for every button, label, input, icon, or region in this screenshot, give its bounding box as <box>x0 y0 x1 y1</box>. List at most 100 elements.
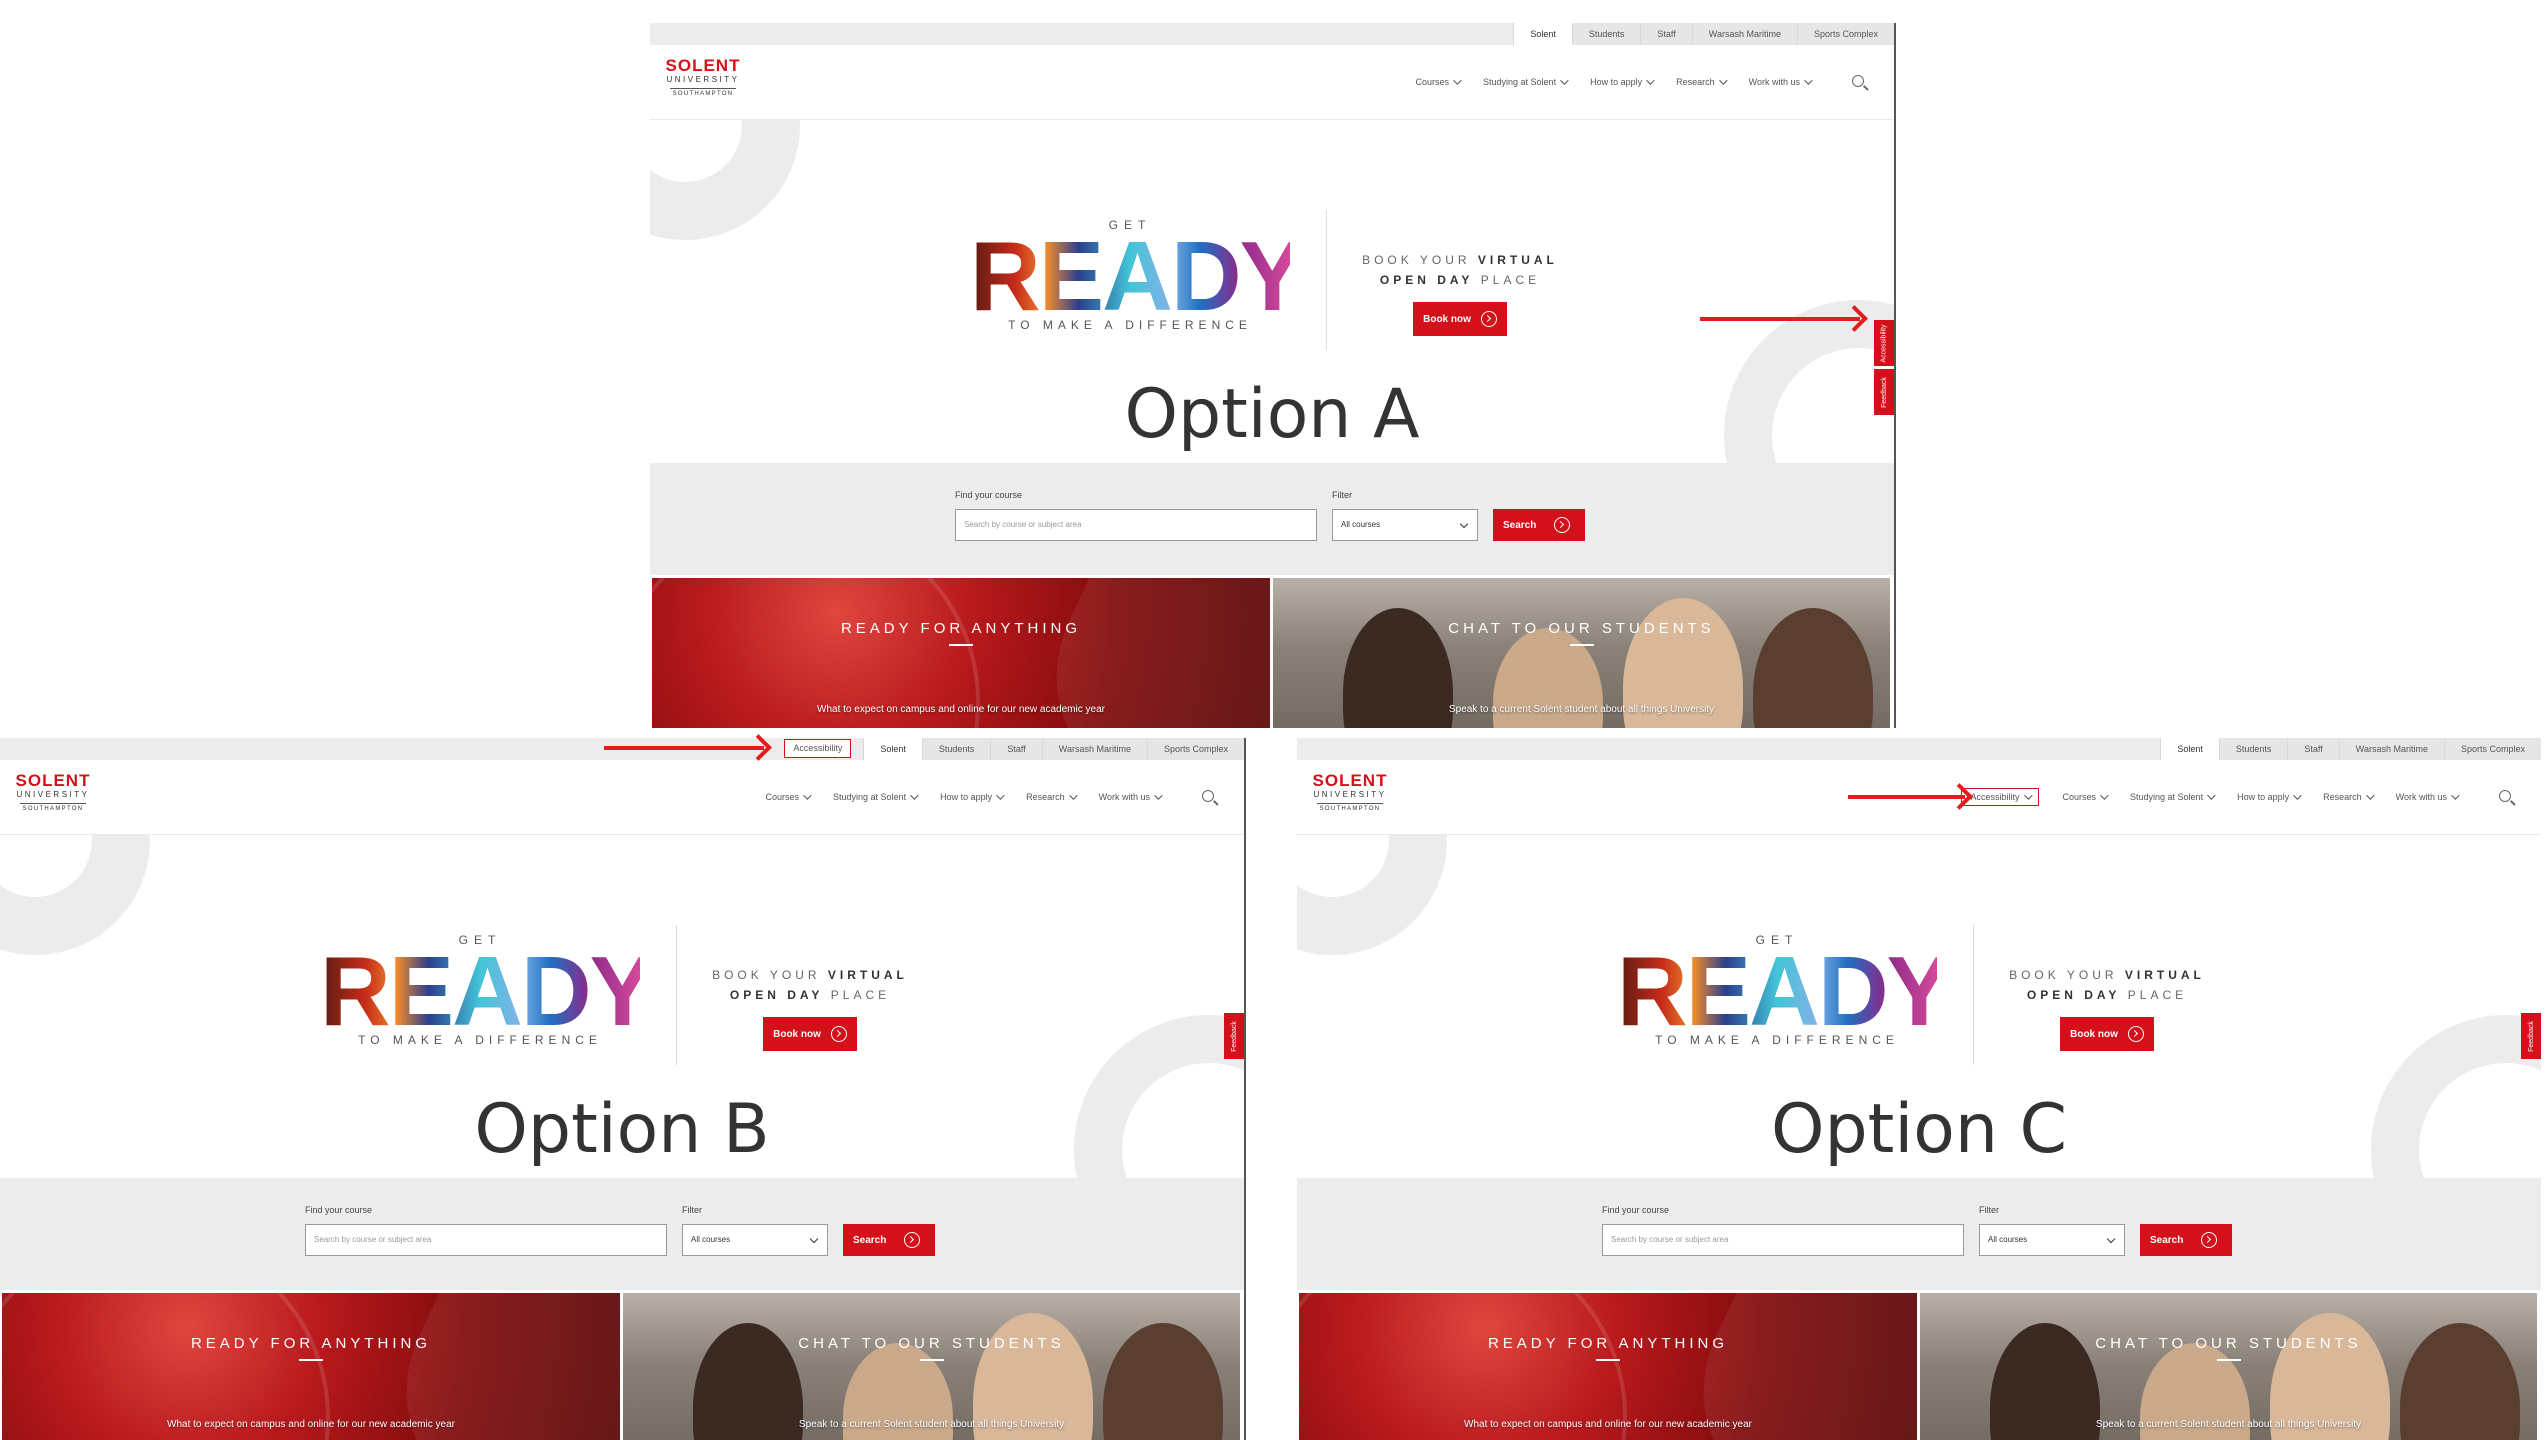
filter-select[interactable]: All courses <box>682 1224 828 1256</box>
chevron-down-icon <box>803 791 812 800</box>
logo-line-solent: SOLENT <box>665 56 741 75</box>
nav-how-to-apply[interactable]: How to apply <box>1590 76 1655 87</box>
course-search-band: Find your course Search by course or sub… <box>650 463 1894 575</box>
utility-tab-students[interactable]: Students <box>921 738 991 760</box>
annotation-arrow-option-b <box>604 746 764 750</box>
hero-tagline: TO MAKE A DIFFERENCE <box>1008 318 1252 332</box>
solent-logo[interactable]: SOLENT UNIVERSITY SOUTHAMPTON <box>664 57 742 98</box>
nav-research[interactable]: Research <box>2323 791 2375 802</box>
utility-tab-sports-complex[interactable]: Sports Complex <box>1146 738 1244 760</box>
solent-logo[interactable]: SOLENT UNIVERSITY SOUTHAMPTON <box>14 772 92 813</box>
main-nav: Courses Studying at Solent How to apply … <box>1392 45 1813 119</box>
search-button[interactable]: Search <box>1493 509 1585 541</box>
logo-line-southampton: SOUTHAMPTON <box>672 91 734 97</box>
book-now-button[interactable]: Book now <box>1413 302 1507 336</box>
accessibility-side-tab[interactable]: Accessibility <box>1874 320 1894 366</box>
promo-ready-for-anything[interactable]: READY FOR ANYTHING What to expect on cam… <box>1299 1293 1917 1440</box>
chevron-down-icon <box>1560 76 1569 85</box>
hero-ready: READY <box>1617 936 1952 1046</box>
arrow-circle-icon <box>1554 517 1571 533</box>
chevron-down-icon <box>2365 791 2375 800</box>
utility-tab-staff[interactable]: Staff <box>1640 23 1692 45</box>
utility-tab-students[interactable]: Students <box>2218 738 2288 760</box>
nav-courses[interactable]: Courses <box>2063 791 2109 802</box>
chevron-down-icon <box>2106 1234 2116 1244</box>
filter-select[interactable]: All courses <box>1332 509 1478 541</box>
search-icon[interactable] <box>1202 790 1214 802</box>
course-search-input[interactable]: Search by course or subject area <box>955 509 1317 541</box>
option-a-label: Option A <box>1124 375 1420 454</box>
nav-studying-at-solent[interactable]: Studying at Solent <box>833 791 919 802</box>
annotation-arrow-option-a <box>1700 317 1860 321</box>
get-ready-graphic: GET READY TO MAKE A DIFFERENCE <box>970 218 1305 332</box>
course-search-input[interactable]: Search by course or subject area <box>305 1224 667 1256</box>
logo-line-southampton: SOUTHAMPTON <box>22 806 84 812</box>
utility-tab-solent[interactable]: Solent <box>863 738 922 760</box>
promo-subtitle: Speak to a current Solent student about … <box>1448 704 1715 715</box>
solent-logo[interactable]: SOLENT UNIVERSITY SOUTHAMPTON <box>1311 772 1389 813</box>
promo-subtitle: What to expect on campus and online for … <box>167 1419 455 1430</box>
utility-tab-solent[interactable]: Solent <box>1513 23 1572 45</box>
logo-line-solent: SOLENT <box>15 771 91 790</box>
feedback-side-tab[interactable]: Feedback <box>1224 1013 1244 1059</box>
book-now-button[interactable]: Book now <box>2060 1017 2154 1051</box>
nav-studying-at-solent[interactable]: Studying at Solent <box>2130 791 2216 802</box>
utility-tab-sports-complex[interactable]: Sports Complex <box>2443 738 2541 760</box>
promo-title: READY FOR ANYTHING <box>840 620 1082 637</box>
nav-work-with-us[interactable]: Work with us <box>1749 76 1813 87</box>
chevron-down-icon <box>2023 791 2033 800</box>
feedback-side-tab[interactable]: Feedback <box>2521 1013 2541 1059</box>
find-course-label: Find your course <box>955 490 1023 500</box>
utility-tab-accessibility[interactable]: Accessibility <box>784 739 852 758</box>
utility-tab-warsash-maritime[interactable]: Warsash Maritime <box>1691 23 1797 45</box>
nav-courses[interactable]: Courses <box>766 791 812 802</box>
main-nav: Courses Studying at Solent How to apply … <box>742 760 1163 834</box>
nav-research[interactable]: Research <box>1026 791 1078 802</box>
utility-tab-students[interactable]: Students <box>1571 23 1641 45</box>
option-c-label: Option C <box>1770 1090 2068 1169</box>
course-search-band: Find your course Search by course or sub… <box>0 1178 1244 1290</box>
get-ready-graphic: GET READY TO MAKE A DIFFERENCE <box>320 933 655 1047</box>
annotation-arrow-option-c <box>1848 795 1965 799</box>
open-day-block: BOOK YOUR VIRTUAL OPEN DAY PLACE Book no… <box>1997 965 2217 1051</box>
search-icon[interactable] <box>2499 790 2511 802</box>
nav-work-with-us[interactable]: Work with us <box>2396 791 2460 802</box>
course-search-input[interactable]: Search by course or subject area <box>1602 1224 1964 1256</box>
nav-how-to-apply[interactable]: How to apply <box>2237 791 2302 802</box>
panel-option-a: Solent Students Staff Warsash Maritime S… <box>650 23 1896 728</box>
chevron-down-icon <box>1453 76 1462 85</box>
logo-line-university: UNIVERSITY <box>16 790 90 799</box>
nav-courses[interactable]: Courses <box>1416 76 1462 87</box>
utility-tab-sports-complex[interactable]: Sports Complex <box>1796 23 1894 45</box>
nav-research[interactable]: Research <box>1676 76 1728 87</box>
hero-tagline: TO MAKE A DIFFERENCE <box>358 1033 602 1047</box>
search-button[interactable]: Search <box>843 1224 935 1256</box>
chevron-down-icon <box>996 791 1005 800</box>
promo-chat-to-students[interactable]: CHAT TO OUR STUDENTS Speak to a current … <box>1920 1293 2537 1440</box>
filter-select[interactable]: All courses <box>1979 1224 2125 1256</box>
feedback-side-tab[interactable]: Feedback <box>1874 369 1894 415</box>
arrow-circle-icon <box>2127 1026 2144 1042</box>
nav-work-with-us[interactable]: Work with us <box>1099 791 1163 802</box>
chevron-down-icon <box>2293 791 2302 800</box>
nav-studying-at-solent[interactable]: Studying at Solent <box>1483 76 1569 87</box>
search-icon[interactable] <box>1852 75 1864 87</box>
search-button[interactable]: Search <box>2140 1224 2232 1256</box>
promo-ready-for-anything[interactable]: READY FOR ANYTHING What to expect on cam… <box>2 1293 620 1440</box>
filter-label: Filter <box>1332 490 1352 500</box>
open-day-block: BOOK YOUR VIRTUAL OPEN DAY PLACE Book no… <box>700 965 920 1051</box>
utility-bar: Solent Students Staff Warsash Maritime S… <box>650 23 1894 45</box>
page-option-a: Solent Students Staff Warsash Maritime S… <box>650 23 1894 728</box>
book-now-button[interactable]: Book now <box>763 1017 857 1051</box>
utility-tab-solent[interactable]: Solent <box>2160 738 2219 760</box>
promo-ready-for-anything[interactable]: READY FOR ANYTHING What to expect on cam… <box>652 578 1270 728</box>
utility-tab-warsash-maritime[interactable]: Warsash Maritime <box>1041 738 1147 760</box>
promo-chat-to-students[interactable]: CHAT TO OUR STUDENTS Speak to a current … <box>1273 578 1890 728</box>
nav-how-to-apply[interactable]: How to apply <box>940 791 1005 802</box>
utility-tab-staff[interactable]: Staff <box>990 738 1042 760</box>
accessibility-nav-button[interactable]: Accessibility <box>1961 788 2039 806</box>
utility-tab-staff[interactable]: Staff <box>2287 738 2339 760</box>
chevron-down-icon <box>809 1234 819 1244</box>
utility-tab-warsash-maritime[interactable]: Warsash Maritime <box>2338 738 2444 760</box>
promo-chat-to-students[interactable]: CHAT TO OUR STUDENTS Speak to a current … <box>623 1293 1240 1440</box>
